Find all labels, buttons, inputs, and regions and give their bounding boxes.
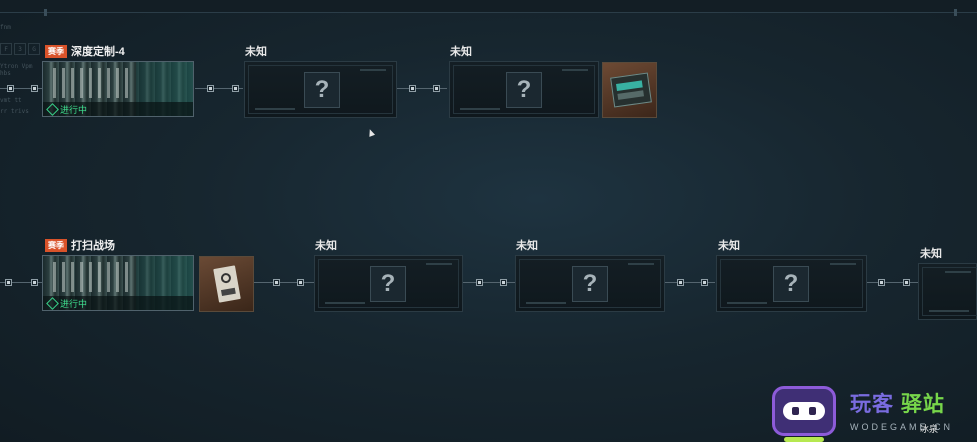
in-progress-icon [46, 296, 59, 310]
site-watermark: 玩客 驿站 WODEGAME.CN 冰泉 [772, 384, 977, 442]
unknown-card[interactable]: ? [515, 255, 665, 312]
card-frame [922, 267, 977, 316]
unknown-card[interactable]: ? [314, 255, 463, 312]
question-mark-icon: ? [572, 266, 608, 302]
season-badge: 赛季 [45, 44, 67, 58]
question-mark-icon: ? [304, 72, 340, 108]
unknown-card[interactable]: ? [716, 255, 867, 312]
connector-node [7, 85, 14, 92]
unknown-title: 未知 [920, 248, 942, 260]
status-strip: 进行中 [43, 102, 193, 116]
watermark-title-part2: 驿站 [900, 393, 945, 416]
side-line: Ytron Vpm hbs [0, 63, 33, 77]
mission-name: 深度定制-4 [71, 46, 125, 58]
key-hint: 3 [14, 43, 26, 55]
mission-title-1: 赛季 深度定制-4 [45, 43, 125, 59]
connector-node [878, 279, 885, 286]
mission-card-1[interactable]: 进行中 [42, 61, 194, 117]
mission-title-2: 赛季 打扫战场 [45, 237, 115, 253]
paper-card-art [213, 265, 241, 303]
mission-card-2[interactable]: 进行中 [42, 255, 194, 311]
status-text: 进行中 [60, 104, 88, 115]
logo-underline [784, 437, 824, 442]
watermark-title: 玩客 驿站 [850, 388, 945, 418]
mouse-cursor-icon [366, 128, 376, 137]
connector-line [463, 282, 515, 283]
robot-face [783, 402, 825, 420]
unknown-title: 未知 [718, 240, 740, 252]
status-text: 进行中 [60, 298, 88, 309]
key-hint: G [28, 43, 40, 55]
unknown-title: 未知 [516, 240, 538, 252]
connector-node [433, 85, 440, 92]
connector-node [677, 279, 684, 286]
connector-node [207, 85, 214, 92]
question-mark-icon: ? [370, 266, 406, 302]
watermark-overlay-text: 冰泉 [920, 424, 939, 434]
connector-line [254, 282, 314, 283]
unknown-card[interactable] [918, 263, 977, 320]
side-line: vmt tt [0, 97, 22, 104]
connector-line [867, 282, 919, 283]
status-strip: 进行中 [43, 296, 193, 310]
question-mark-icon: ? [773, 266, 809, 302]
unknown-card[interactable]: ? [244, 61, 397, 118]
season-badge: 赛季 [45, 238, 67, 252]
connector-node [409, 85, 416, 92]
connector-node [5, 279, 12, 286]
robot-logo-icon [772, 386, 836, 436]
connector-node [31, 279, 38, 286]
reward-paper-card-icon[interactable] [199, 256, 254, 312]
mission-art [53, 262, 131, 292]
unknown-title: 未知 [450, 46, 472, 58]
top-bar [0, 0, 977, 12]
top-divider [0, 9, 977, 16]
reward-tech-case-icon[interactable] [602, 62, 657, 118]
key-hint: F [0, 43, 12, 55]
unknown-title: 未知 [315, 240, 337, 252]
connector-node [903, 279, 910, 286]
unknown-title: 未知 [245, 46, 267, 58]
side-line: rr trivs [0, 108, 29, 115]
side-line: fnm [0, 24, 11, 31]
mission-art [53, 68, 131, 98]
connector-node [232, 85, 239, 92]
connector-node [31, 85, 38, 92]
in-progress-icon [46, 102, 59, 116]
connector-node [476, 279, 483, 286]
watermark-title-part1: 玩客 [850, 393, 894, 416]
tech-case-art [610, 72, 652, 108]
unknown-card[interactable]: ? [449, 61, 599, 118]
connector-node [297, 279, 304, 286]
side-panel-ghost: fnm F 3 G Ytron Vpm hbs vmt tt rr trivs [0, 24, 42, 124]
mission-name: 打扫战场 [71, 240, 115, 252]
connector-node [701, 279, 708, 286]
connector-node [273, 279, 280, 286]
question-mark-icon: ? [506, 72, 542, 108]
connector-node [500, 279, 507, 286]
